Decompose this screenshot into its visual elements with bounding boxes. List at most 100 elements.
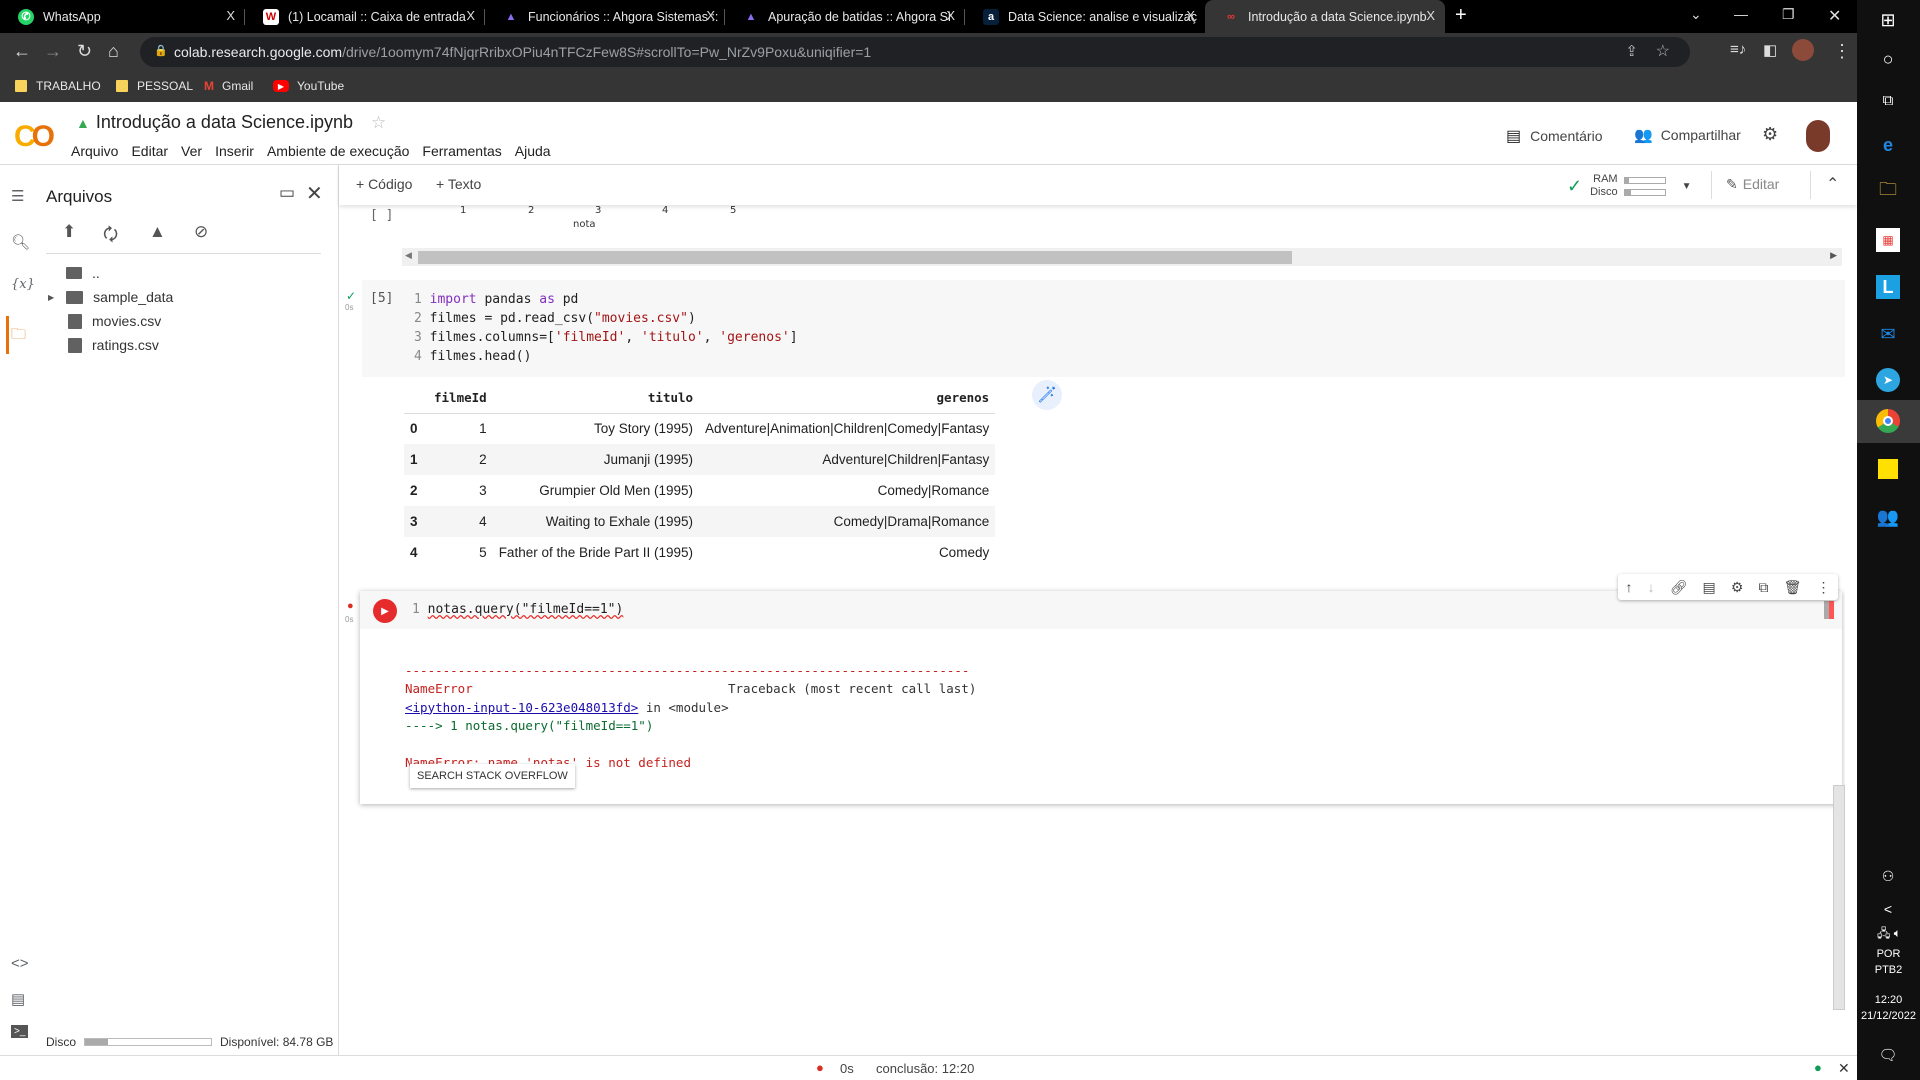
notebook-title[interactable]: Introdução a data Science.ipynb: [96, 112, 353, 133]
network-volume-icons[interactable]: 🖧 🔈︎: [1867, 922, 1911, 946]
refresh-folder-icon[interactable]: 🗘: [103, 222, 118, 251]
runtime-resources[interactable]: ✓ RAM Disco ▼: [1567, 173, 1692, 199]
tab-locamail[interactable]: W (1) Locamail :: Caixa de entrada X: [245, 0, 485, 33]
delete-icon[interactable]: 🗑︎: [1784, 579, 1802, 596]
l-app-icon[interactable]: L: [1876, 275, 1900, 299]
file-explorer-icon[interactable]: 🗀: [1876, 179, 1900, 204]
vertical-scrollbar[interactable]: [1833, 785, 1845, 1010]
runtime-dropdown-icon[interactable]: ▼: [1682, 181, 1692, 192]
search-icon[interactable]: 🔍︎: [11, 233, 30, 251]
ms-store-icon[interactable]: ▦: [1876, 228, 1900, 252]
menu-inserir[interactable]: Inserir: [215, 143, 254, 159]
code-editor[interactable]: 1 import pandas as pd 2 filmes = pd.read_…: [414, 290, 798, 366]
bookmark-gmail[interactable]: M Gmail: [204, 79, 253, 93]
menu-editar[interactable]: Editar: [131, 143, 168, 159]
hide-files-icon[interactable]: ⊘: [194, 222, 208, 242]
language-indicator[interactable]: POR PTB2: [1857, 946, 1920, 978]
tab-search-chevron-icon[interactable]: ⌄: [1690, 6, 1702, 23]
close-tab-icon[interactable]: X: [466, 8, 475, 23]
cell-settings-icon[interactable]: ⚙: [1731, 579, 1744, 596]
clock[interactable]: 12:20 21/12/2022: [1857, 992, 1920, 1024]
close-tab-icon[interactable]: X: [946, 8, 955, 23]
settings-gear-icon[interactable]: ⚙: [1762, 124, 1778, 145]
cortana-icon[interactable]: ○: [1876, 47, 1900, 71]
minimize-icon[interactable]: —: [1734, 6, 1748, 22]
restore-icon[interactable]: ❐: [1782, 6, 1795, 23]
telegram-icon[interactable]: ➤: [1876, 368, 1900, 392]
file-row-sample-data[interactable]: ▶ sample_data: [48, 289, 173, 305]
menu-ferramentas[interactable]: Ferramentas: [422, 143, 501, 159]
comment-icon[interactable]: ▤: [1703, 579, 1716, 596]
people-app-icon[interactable]: 👥: [1876, 505, 1900, 529]
run-cell-button[interactable]: ▶: [373, 599, 397, 623]
command-palette-icon[interactable]: ▤: [11, 990, 25, 1008]
colab-logo[interactable]: CO: [14, 120, 55, 154]
menu-arquivo[interactable]: Arquivo: [71, 143, 118, 159]
close-tab-icon[interactable]: X: [1186, 8, 1195, 23]
edit-mode-button[interactable]: ✎ Editar: [1726, 176, 1779, 193]
new-tab-button[interactable]: +: [1455, 4, 1467, 27]
sticky-notes-icon[interactable]: [1878, 459, 1898, 479]
upload-file-icon[interactable]: ⬆: [62, 222, 76, 242]
status-completion[interactable]: conclusão: 12:20: [876, 1061, 974, 1076]
terminal-icon[interactable]: >_: [11, 1025, 29, 1038]
file-row-parent[interactable]: ..: [66, 265, 100, 281]
show-hidden-icons-chevron[interactable]: <: [1876, 897, 1900, 921]
bookmark-pessoal[interactable]: PESSOAL: [116, 79, 193, 93]
close-tab-icon[interactable]: X: [1426, 8, 1435, 23]
ipython-input-link[interactable]: <ipython-input-10-623e048013fd>: [405, 700, 638, 715]
tab-colab-active[interactable]: ∞ Introdução a data Science.ipynb X: [1205, 0, 1445, 33]
variables-icon[interactable]: {x}: [11, 277, 35, 292]
more-options-icon[interactable]: ⋮: [1816, 579, 1830, 596]
file-row-ratings[interactable]: ratings.csv: [68, 337, 159, 353]
table-of-contents-icon[interactable]: ☰: [11, 187, 24, 205]
collapse-header-icon[interactable]: ⌃: [1826, 174, 1839, 194]
mount-drive-icon[interactable]: ▲: [149, 222, 166, 242]
tab-funcionarios[interactable]: ▲ Funcionários :: Ahgora Sistemas :: X: [485, 0, 725, 33]
expand-caret-icon[interactable]: ▶: [48, 293, 54, 302]
mirror-cell-icon[interactable]: ⧉: [1759, 579, 1769, 596]
chrome-icon[interactable]: [1876, 409, 1900, 433]
tab-apuracao[interactable]: ▲ Apuração de batidas :: Ahgora Si X: [725, 0, 965, 33]
tab-whatsapp[interactable]: ✆ WhatsApp X: [0, 0, 245, 33]
windows-start-icon[interactable]: ⊞: [1876, 8, 1900, 32]
close-tab-icon[interactable]: X: [226, 8, 235, 23]
task-view-icon[interactable]: ⧉: [1876, 88, 1900, 112]
close-tab-icon[interactable]: X: [706, 8, 715, 23]
tab-data-science[interactable]: a Data Science: analise e visualizaç X: [965, 0, 1205, 33]
notifications-icon[interactable]: 🗨︎: [1876, 1043, 1900, 1067]
move-up-icon[interactable]: ↑: [1626, 579, 1633, 595]
close-status-icon[interactable]: ✕: [1838, 1060, 1850, 1077]
back-icon[interactable]: ←: [13, 41, 31, 62]
profile-avatar[interactable]: [1792, 39, 1814, 61]
scroll-right-icon[interactable]: ▶: [1830, 250, 1837, 261]
people-tray-icon[interactable]: ⚇: [1876, 864, 1900, 888]
file-row-movies[interactable]: movies.csv: [68, 313, 161, 329]
close-window-icon[interactable]: ✕: [1828, 6, 1841, 26]
code-cell-error[interactable]: ▶ 1 notas.query("filmeId==1") ----------…: [360, 591, 1842, 804]
scroll-left-icon[interactable]: ◀: [405, 250, 412, 261]
move-down-icon[interactable]: ↓: [1648, 579, 1655, 595]
star-icon[interactable]: ☆: [371, 113, 386, 133]
reload-icon[interactable]: ↻: [77, 41, 92, 62]
code-editor[interactable]: 1 notas.query("filmeId==1"): [412, 602, 623, 617]
menu-ambiente-execucao[interactable]: Ambiente de execução: [267, 143, 409, 159]
horizontal-scrollbar[interactable]: ◀ ▶: [402, 248, 1842, 266]
menu-ajuda[interactable]: Ajuda: [515, 143, 551, 159]
share-button[interactable]: 👥 Compartilhar: [1634, 126, 1741, 144]
share-icon[interactable]: ⇪: [1625, 42, 1638, 60]
scrollbar-thumb[interactable]: [418, 251, 1292, 264]
add-text-button[interactable]: + Texto: [436, 176, 481, 192]
user-avatar[interactable]: [1806, 120, 1830, 152]
media-control-icon[interactable]: ≡♪: [1730, 41, 1746, 58]
files-folder-icon[interactable]: 🗀: [11, 324, 26, 349]
side-panel-icon[interactable]: ◧: [1763, 41, 1777, 59]
bookmark-trabalho[interactable]: TRABALHO: [15, 79, 101, 93]
close-panel-icon[interactable]: ✕: [306, 181, 323, 206]
address-bar[interactable]: 🔒 colab.research.google.com/drive/1oomym…: [140, 37, 1690, 67]
home-icon[interactable]: ⌂: [108, 41, 119, 62]
bookmark-youtube[interactable]: ▶ YouTube: [273, 79, 344, 93]
link-icon[interactable]: 🔗︎: [1670, 579, 1688, 596]
menu-ver[interactable]: Ver: [181, 143, 202, 159]
search-stack-overflow-button[interactable]: SEARCH STACK OVERFLOW: [410, 764, 575, 788]
